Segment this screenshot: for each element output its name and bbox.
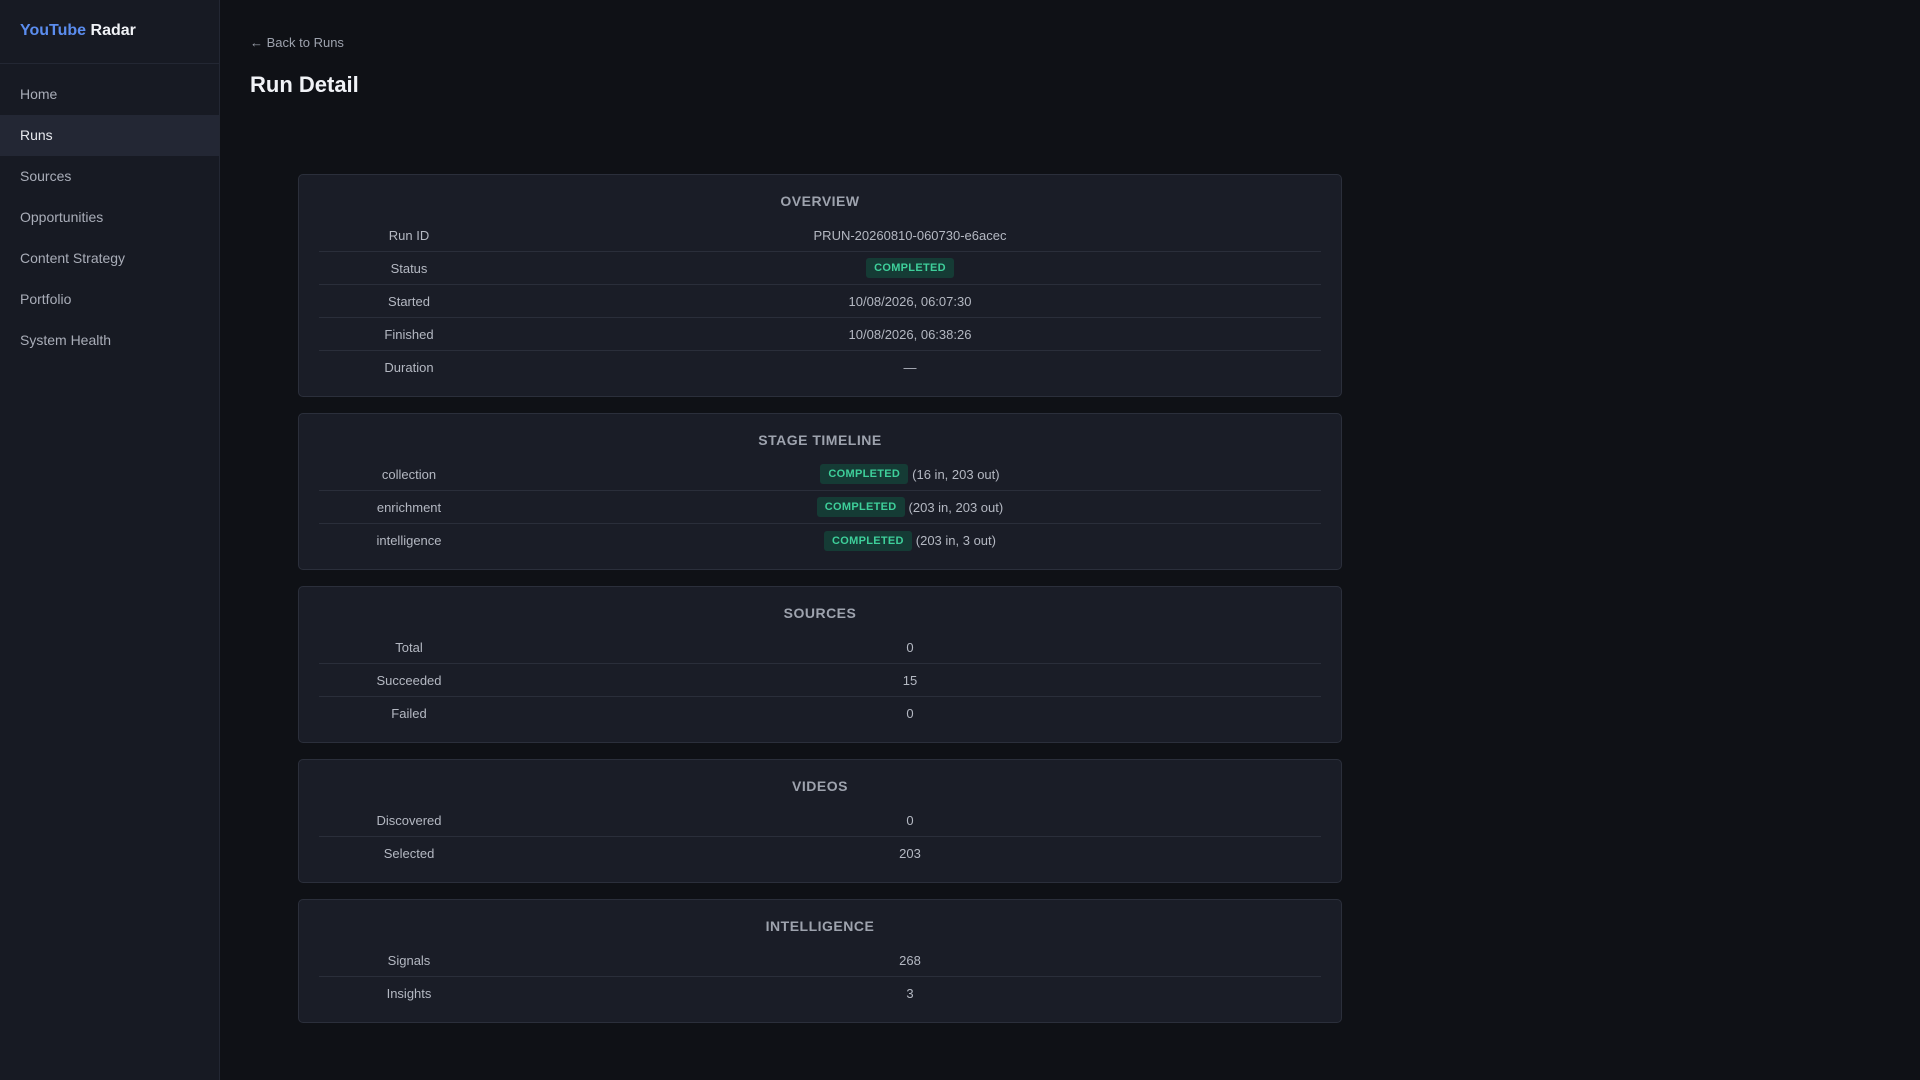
- sidebar-item-opportunities[interactable]: Opportunities: [0, 197, 219, 238]
- table-row: Finished 10/08/2026, 06:38:26: [319, 318, 1321, 351]
- brand-logo[interactable]: YouTube Radar: [0, 0, 219, 64]
- sidebar-item-home[interactable]: Home: [0, 74, 219, 115]
- sidebar: YouTube Radar Home Runs Sources Opportun…: [0, 0, 220, 1080]
- sidebar-item-sources[interactable]: Sources: [0, 156, 219, 197]
- brand-part-radar: Radar: [90, 22, 136, 39]
- main-content: ← Back to Runs Run Detail OVERVIEW Run I…: [220, 0, 1920, 1080]
- app: YouTube Radar Home Runs Sources Opportun…: [0, 0, 1920, 1080]
- table-row: Selected 203: [319, 837, 1321, 870]
- duration-value: —: [903, 360, 917, 375]
- stage-label: intelligence: [376, 533, 442, 548]
- sidebar-item-portfolio[interactable]: Portfolio: [0, 279, 219, 320]
- table-row: Status COMPLETED: [319, 252, 1321, 285]
- detail-cards: OVERVIEW Run ID PRUN-20260810-060730-e6a…: [298, 174, 1342, 1039]
- row-label: Succeeded: [376, 672, 442, 688]
- run-id-value: PRUN-20260810-060730-e6acec: [813, 227, 1007, 243]
- status-badge: COMPLETED: [816, 497, 905, 517]
- stage-cell: COMPLETED (16 in, 203 out): [499, 464, 1321, 484]
- sidebar-item-system-health[interactable]: System Health: [0, 320, 219, 361]
- row-value: 268: [899, 952, 921, 968]
- row-value: 203: [899, 846, 921, 861]
- row-label: Duration: [384, 360, 434, 375]
- row-value: 0: [906, 706, 914, 721]
- status-badge: COMPLETED: [866, 258, 954, 278]
- stage-label: enrichment: [376, 499, 442, 515]
- status-cell: COMPLETED: [499, 258, 1321, 278]
- row-label: Finished: [384, 326, 434, 342]
- row-label: Discovered: [376, 812, 442, 828]
- status-badge: COMPLETED: [824, 530, 912, 551]
- stage-counts: (203 in, 3 out): [915, 533, 996, 548]
- stage-counts: (203 in, 203 out): [908, 499, 1004, 515]
- stage-cell: COMPLETED (203 in, 203 out): [499, 497, 1321, 517]
- brand-part-youtube: YouTube: [20, 22, 87, 39]
- table-row: Discovered 0: [319, 804, 1321, 837]
- videos-card: VIDEOS Discovered 0 Selected 203: [298, 759, 1342, 883]
- card-title: VIDEOS: [792, 778, 848, 794]
- row-label: Status: [390, 260, 428, 276]
- card-title: OVERVIEW: [780, 193, 860, 209]
- sidebar-item-content-strategy[interactable]: Content Strategy: [0, 238, 219, 279]
- page-title: Run Detail: [250, 72, 359, 97]
- sidebar-item-runs[interactable]: Runs: [0, 115, 219, 156]
- started-value: 10/08/2026, 06:07:30: [848, 293, 972, 309]
- table-row: collection COMPLETED (16 in, 203 out): [319, 458, 1321, 491]
- row-value: 15: [902, 672, 918, 688]
- row-label: Selected: [383, 846, 435, 861]
- table-row: enrichment COMPLETED (203 in, 203 out): [319, 491, 1321, 524]
- table-row: Failed 0: [319, 697, 1321, 730]
- table-row: Duration —: [319, 351, 1321, 384]
- row-label: Failed: [391, 706, 427, 721]
- card-title: STAGE TIMELINE: [758, 432, 882, 448]
- table-row: Started 10/08/2026, 06:07:30: [319, 285, 1321, 318]
- table-row: Signals 268: [319, 944, 1321, 977]
- row-value: 3: [906, 986, 914, 1001]
- row-label: Run ID: [388, 227, 430, 243]
- row-label: Insights: [386, 986, 432, 1001]
- stage-cell: COMPLETED (203 in, 3 out): [499, 530, 1321, 551]
- row-label: Total: [395, 639, 423, 655]
- overview-card: OVERVIEW Run ID PRUN-20260810-060730-e6a…: [298, 174, 1342, 397]
- row-value: 0: [906, 639, 914, 655]
- card-title: INTELLIGENCE: [765, 918, 875, 934]
- sidebar-nav: Home Runs Sources Opportunities Content …: [0, 64, 219, 361]
- stage-label: collection: [381, 466, 437, 482]
- table-row: Total 0: [319, 631, 1321, 664]
- finished-value: 10/08/2026, 06:38:26: [848, 326, 972, 342]
- card-title: SOURCES: [783, 605, 857, 621]
- stage-timeline-card: STAGE TIMELINE collection COMPLETED (16 i…: [298, 413, 1342, 570]
- row-label: Signals: [387, 952, 431, 968]
- table-row: Insights 3: [319, 977, 1321, 1010]
- table-row: Run ID PRUN-20260810-060730-e6acec: [319, 219, 1321, 252]
- row-value: 0: [906, 812, 914, 828]
- status-badge: COMPLETED: [820, 464, 909, 484]
- sources-card: SOURCES Total 0 Succeeded 15 Failed 0: [298, 586, 1342, 743]
- row-label: Started: [388, 293, 430, 309]
- intelligence-card: INTELLIGENCE Signals 268 Insights 3: [298, 899, 1342, 1023]
- stage-counts: (16 in, 203 out): [912, 466, 1000, 482]
- table-row: intelligence COMPLETED (203 in, 3 out): [319, 524, 1321, 557]
- table-row: Succeeded 15: [319, 664, 1321, 697]
- back-to-runs-link[interactable]: ← Back to Runs: [250, 35, 344, 50]
